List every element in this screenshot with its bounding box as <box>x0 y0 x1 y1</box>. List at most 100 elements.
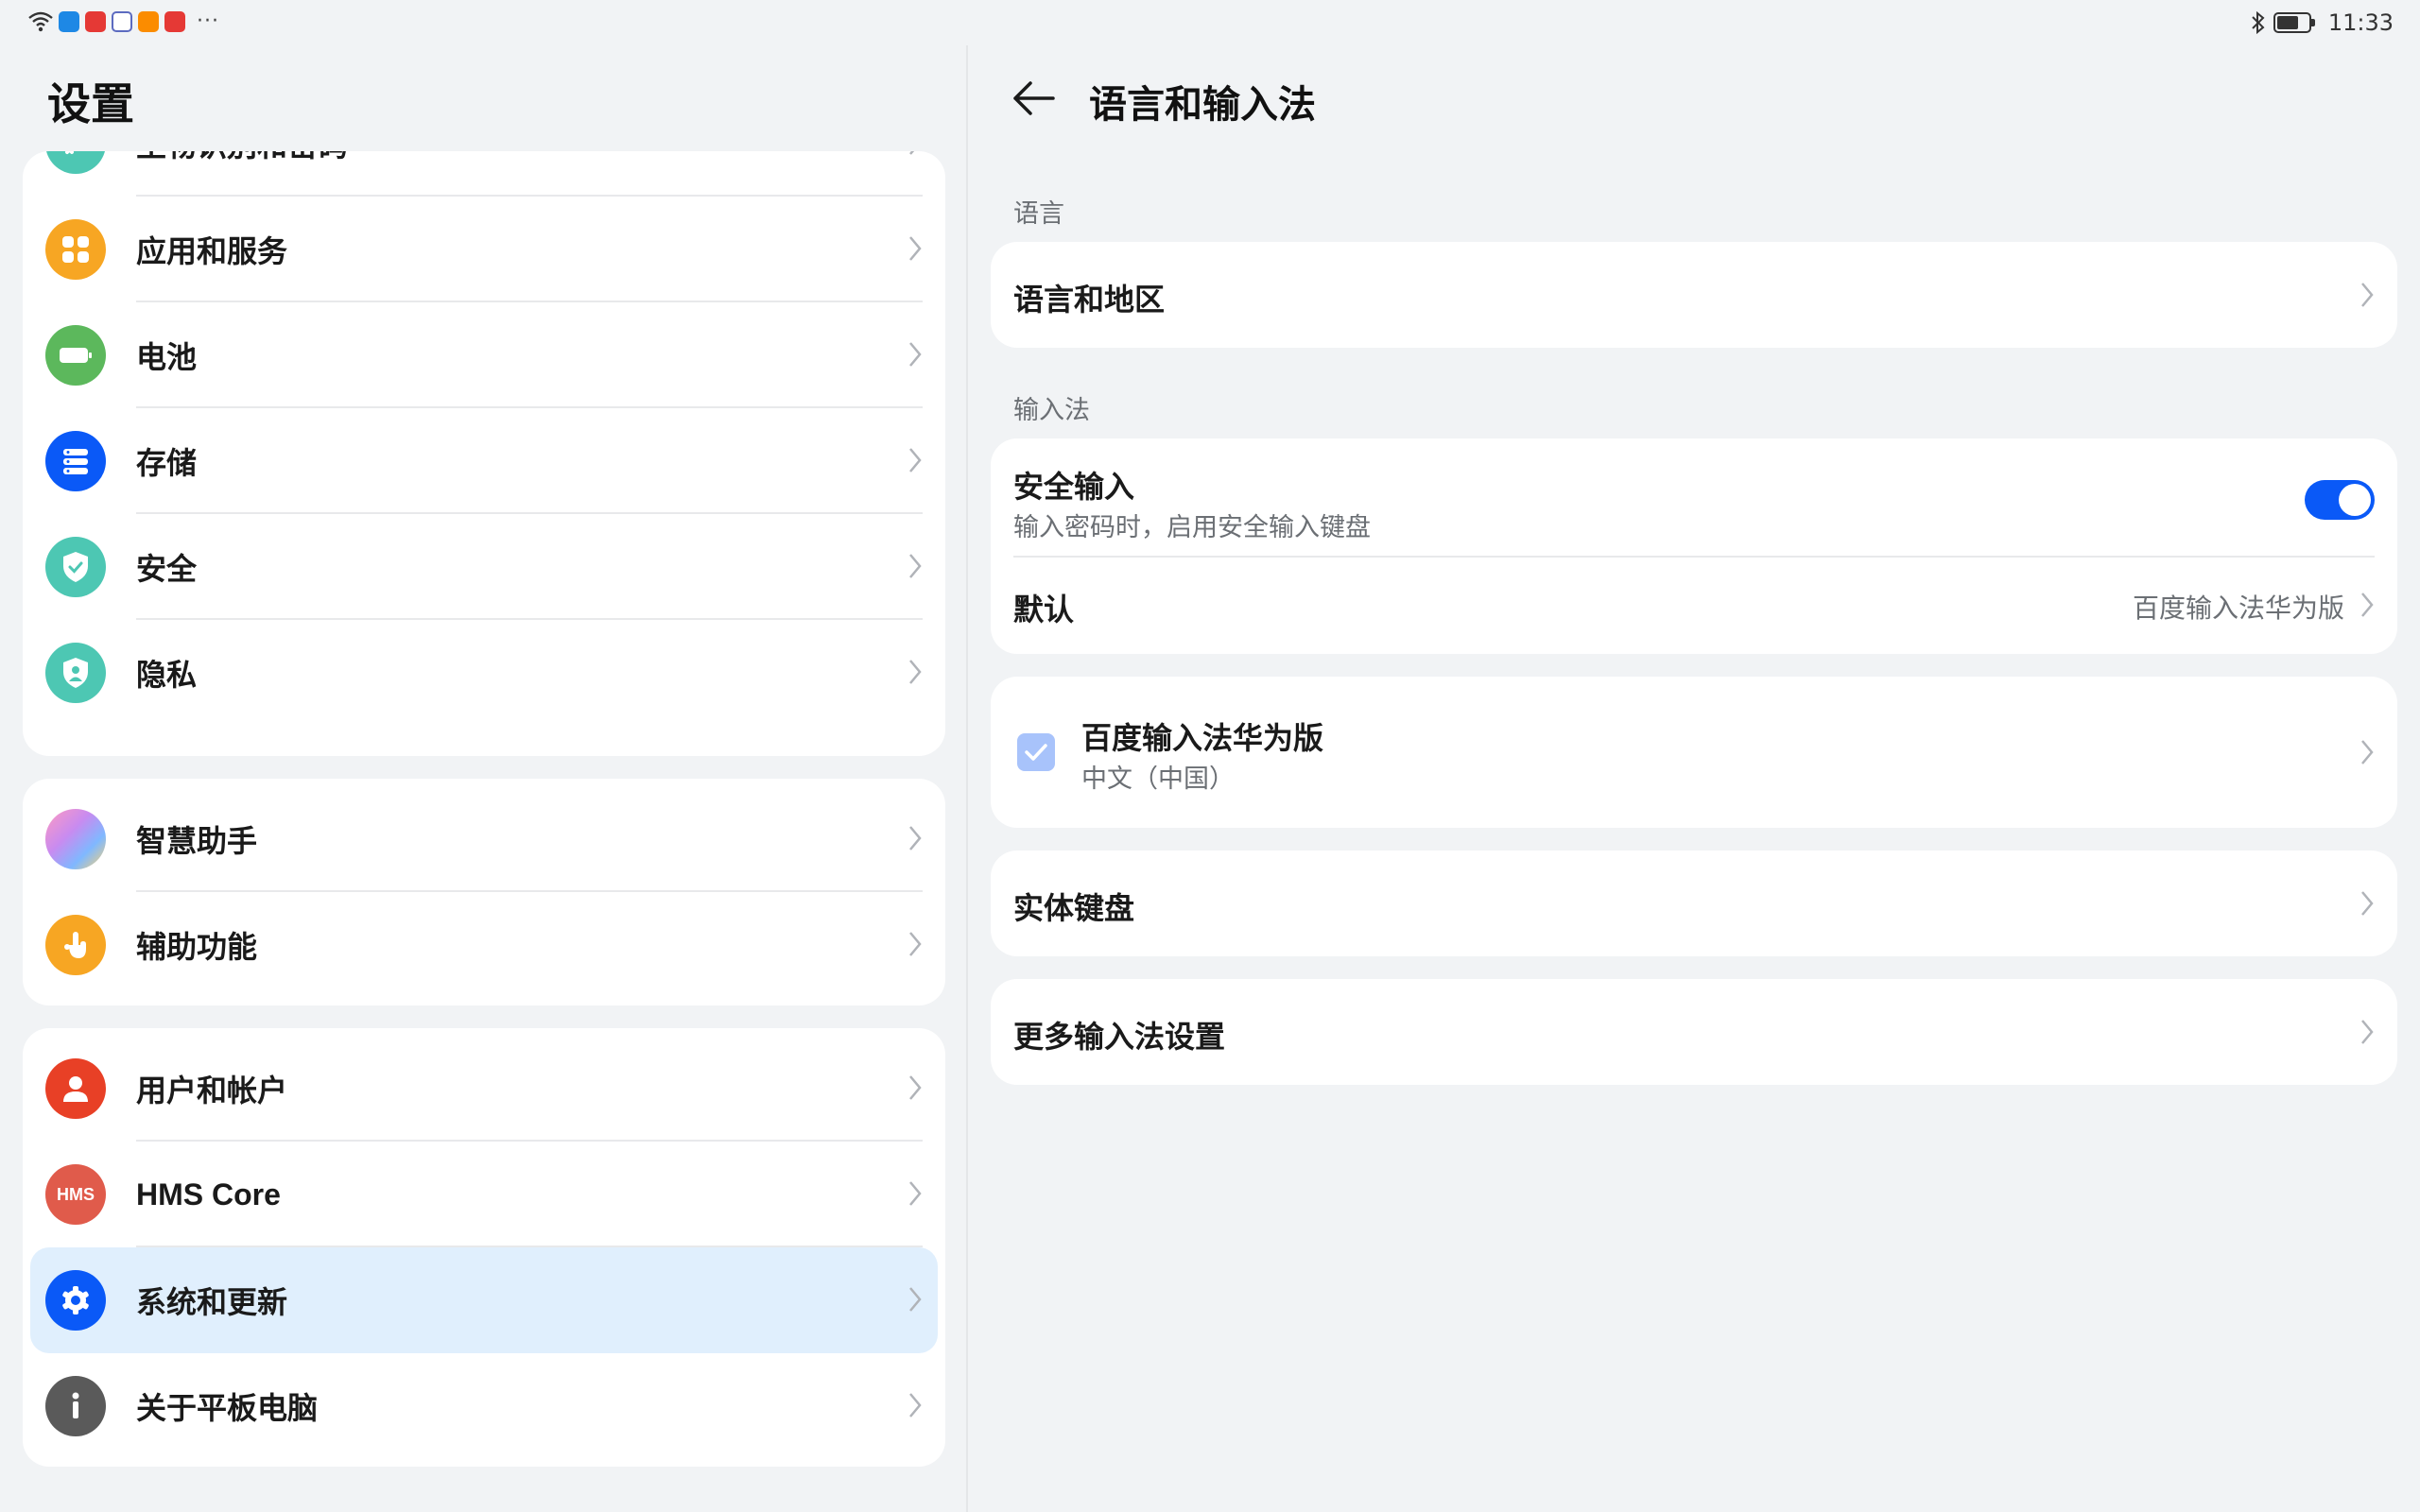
settings-title: 设置 <box>47 78 134 129</box>
menu-item-privacy[interactable]: 隐私 <box>23 620 945 726</box>
more-ime-settings-card: 更多输入法设置 <box>991 979 2397 1085</box>
info-icon <box>45 1376 106 1436</box>
settings-group-2: 智慧助手 辅助功能 <box>23 779 945 1005</box>
battery-icon <box>45 325 106 386</box>
menu-item-label: 系统和更新 <box>136 1284 288 1320</box>
menu-item-label: HMS Core <box>136 1177 281 1211</box>
storage-icon <box>45 431 106 491</box>
chevron-right-icon <box>2361 891 2374 916</box>
menu-item-label: 关于平板电脑 <box>136 1390 319 1426</box>
chevron-right-icon <box>909 1287 922 1312</box>
menu-item-hms-core[interactable]: HMS HMS Core <box>23 1142 945 1247</box>
menu-item-system-update[interactable]: 系统和更新 <box>30 1247 938 1353</box>
menu-item-label: 用户和帐户 <box>136 1073 288 1108</box>
chevron-right-icon <box>909 554 922 578</box>
menu-item-users-accounts[interactable]: 用户和帐户 <box>23 1036 945 1142</box>
menu-item-label: 应用和服务 <box>136 233 288 269</box>
checkmark-icon <box>1025 744 1047 761</box>
chevron-right-icon <box>909 1181 922 1206</box>
section-header-input: 输入法 <box>1013 396 1090 425</box>
status-bar-system: 11:33 <box>2251 9 2394 36</box>
secure-input-toggle[interactable] <box>2305 480 2375 520</box>
cloud-app-icon <box>59 11 79 32</box>
back-arrow-icon[interactable] <box>1011 77 1057 119</box>
ime-list-card: 百度输入法华为版 中文（中国） <box>991 677 2397 828</box>
key-icon <box>45 151 106 174</box>
chevron-right-icon <box>2361 593 2374 617</box>
ime-name: 百度输入法华为版 <box>1081 720 1324 756</box>
language-card: 语言和地区 <box>991 242 2397 348</box>
red-app-icon <box>85 11 106 32</box>
chevron-right-icon <box>909 448 922 472</box>
accessibility-hand-icon <box>45 915 106 975</box>
chevron-right-icon <box>2361 1020 2374 1044</box>
secure-input-subtitle: 输入密码时，启用安全输入键盘 <box>1013 513 1371 542</box>
menu-item-battery[interactable]: 电池 <box>23 302 945 408</box>
hms-icon: HMS <box>45 1164 106 1225</box>
gear-icon <box>45 1270 106 1331</box>
apps-icon <box>45 219 106 280</box>
menu-item-security[interactable]: 安全 <box>23 514 945 620</box>
wifi-icon <box>28 11 53 32</box>
chevron-right-icon <box>909 660 922 684</box>
pane-divider <box>966 45 968 1512</box>
chevron-right-icon <box>2361 283 2374 307</box>
shop-app-icon <box>164 11 185 32</box>
input-method-card: 安全输入 输入密码时，启用安全输入键盘 默认 百度输入法华为版 <box>991 438 2397 654</box>
settings-group-3: 用户和帐户 HMS HMS Core 系统和更新 关于平板电脑 <box>23 1028 945 1467</box>
chevron-right-icon <box>909 236 922 261</box>
user-icon <box>45 1058 106 1119</box>
menu-item-label: 存储 <box>136 445 198 481</box>
assistant-icon <box>45 809 106 869</box>
chevron-right-icon <box>909 1393 922 1418</box>
menu-item-apps-services[interactable]: 应用和服务 <box>23 197 945 302</box>
physical-keyboard-item[interactable]: 实体键盘 <box>991 850 2397 956</box>
status-bar-notifications: ··· <box>28 11 219 32</box>
battery-icon <box>2273 12 2315 33</box>
menu-item-about-tablet[interactable]: 关于平板电脑 <box>23 1353 945 1459</box>
menu-item-label: 生物识别和密码 <box>136 151 348 165</box>
more-ime-settings-label: 更多输入法设置 <box>1013 1019 1226 1055</box>
bluetooth-icon <box>2252 11 2265 34</box>
physical-keyboard-card: 实体键盘 <box>991 850 2397 956</box>
physical-keyboard-label: 实体键盘 <box>1013 890 1135 926</box>
default-ime-value: 百度输入法华为版 <box>2132 593 2344 624</box>
default-ime-item[interactable]: 默认 百度输入法华为版 <box>991 556 2397 654</box>
menu-item-storage[interactable]: 存储 <box>23 408 945 514</box>
default-ime-title: 默认 <box>1013 592 1075 627</box>
status-bar: ··· 11:33 <box>0 0 2420 45</box>
ime-enabled-checkbox[interactable] <box>1017 733 1055 771</box>
hms-icon-text: HMS <box>57 1184 95 1204</box>
more-ime-settings-item[interactable]: 更多输入法设置 <box>991 979 2397 1085</box>
privacy-shield-icon <box>45 643 106 703</box>
page-title: 语言和输入法 <box>1089 83 1316 127</box>
menu-item-assistant[interactable]: 智慧助手 <box>23 786 945 892</box>
secure-input-title: 安全输入 <box>1013 469 1135 505</box>
secure-input-item[interactable]: 安全输入 输入密码时，启用安全输入键盘 <box>991 438 2397 556</box>
menu-item-label: 智慧助手 <box>136 823 258 859</box>
shield-check-icon <box>45 537 106 597</box>
chevron-right-icon <box>909 932 922 956</box>
chevron-right-icon <box>909 826 922 850</box>
menu-item-biometrics[interactable]: 生物识别和密码 <box>23 151 945 197</box>
ime-baidu-item[interactable]: 百度输入法华为版 中文（中国） <box>991 677 2397 828</box>
gallery-app-icon <box>112 11 132 32</box>
menu-item-accessibility[interactable]: 辅助功能 <box>23 892 945 998</box>
menu-item-label: 隐私 <box>136 657 198 693</box>
chevron-right-icon <box>909 151 915 155</box>
chevron-right-icon <box>909 342 922 367</box>
menu-item-label: 安全 <box>136 551 198 587</box>
ime-language: 中文（中国） <box>1081 765 1235 794</box>
menu-item-label: 电池 <box>136 339 198 375</box>
more-notifications-indicator: ··· <box>197 9 219 33</box>
toggle-knob <box>2339 484 2371 516</box>
clock: 11:33 <box>2327 9 2394 36</box>
video-app-icon <box>138 11 159 32</box>
section-header-language: 语言 <box>1013 199 1064 229</box>
chevron-right-icon <box>909 1075 922 1100</box>
language-region-item[interactable]: 语言和地区 <box>991 242 2397 348</box>
settings-group-1: 生物识别和密码 应用和服务 电池 存储 <box>23 151 945 756</box>
language-region-label: 语言和地区 <box>1013 282 1166 318</box>
menu-item-label: 辅助功能 <box>136 929 258 965</box>
chevron-right-icon <box>2361 740 2374 765</box>
